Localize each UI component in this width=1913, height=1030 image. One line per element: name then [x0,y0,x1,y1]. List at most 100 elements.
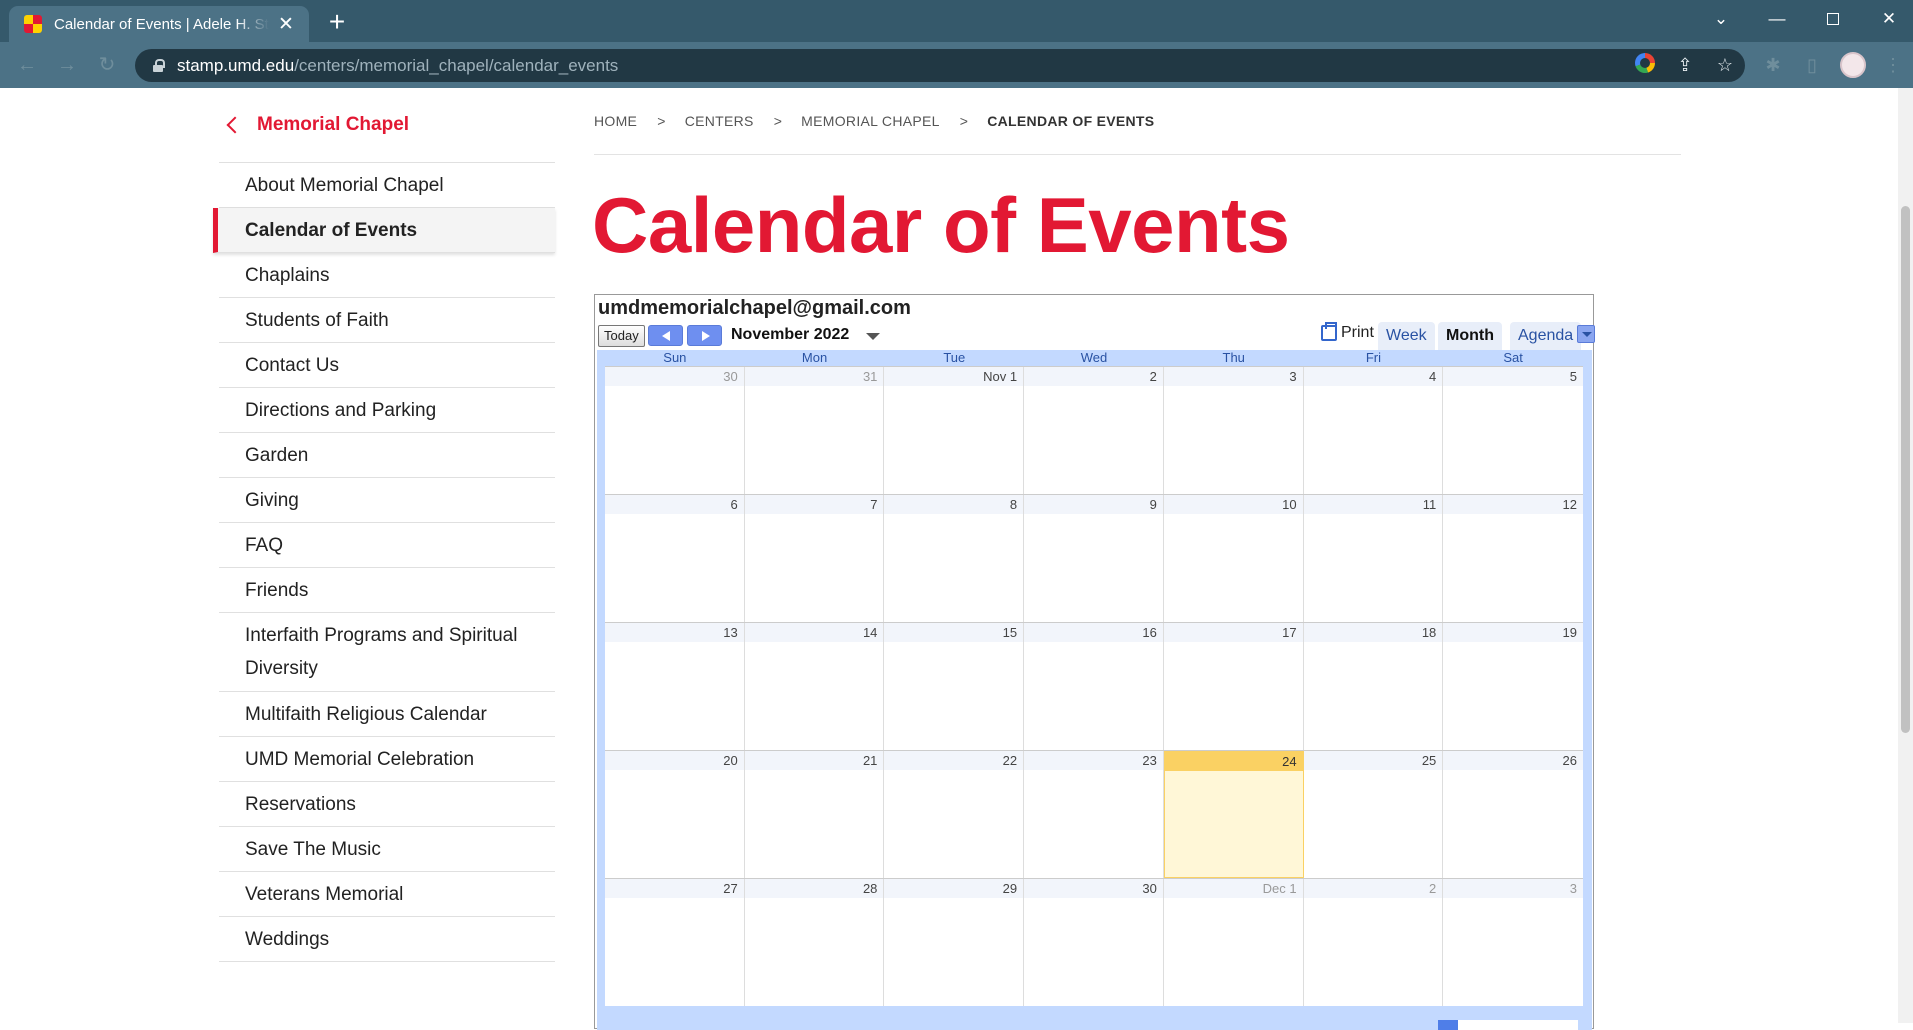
day-cell[interactable]: 14 [744,623,885,750]
reload-icon[interactable]: ↻ [92,50,122,80]
sidebar-item-veterans-memorial[interactable]: Veterans Memorial [219,872,555,917]
day-number[interactable]: 29 [884,879,1024,898]
day-number[interactable]: 30 [1024,879,1163,898]
scrollbar-thumb[interactable] [1901,206,1910,733]
day-number[interactable]: Nov 1 [884,367,1024,386]
day-cell[interactable]: 27 [605,879,745,1006]
day-cell[interactable]: 28 [744,879,885,1006]
day-number[interactable]: 9 [1024,495,1163,514]
sidebar-item-save-the-music[interactable]: Save The Music [219,827,555,872]
close-window-icon[interactable]: ✕ [1861,0,1913,38]
day-number[interactable]: 20 [605,751,744,770]
day-cell[interactable]: 4 [1303,367,1444,494]
day-cell[interactable]: 20 [605,751,745,878]
breadcrumb-centers[interactable]: CENTERS [685,113,754,129]
sidebar-parent-link[interactable]: Memorial Chapel [219,88,555,163]
sidebar-item-students-of-faith[interactable]: Students of Faith [219,298,555,343]
day-number[interactable]: 8 [884,495,1024,514]
bookmark-star-icon[interactable]: ☆ [1705,55,1745,76]
day-number[interactable]: 12 [1443,495,1583,514]
day-cell[interactable]: 8 [884,495,1025,622]
day-cell[interactable]: 30 [1024,879,1164,1006]
day-cell[interactable]: Dec 1 [1163,879,1304,1006]
day-number[interactable]: 24 [1164,752,1303,771]
day-cell[interactable]: 21 [744,751,885,878]
sidebar-item-directions-parking[interactable]: Directions and Parking [219,388,555,433]
restore-window-button[interactable] [1805,0,1861,38]
share-icon[interactable]: ⇪ [1665,55,1705,76]
day-number[interactable]: Dec 1 [1163,879,1303,898]
day-cell[interactable]: 19 [1443,623,1583,750]
sidebar-item-reservations[interactable]: Reservations [219,782,555,827]
day-cell[interactable]: 23 [1024,751,1164,878]
day-number[interactable]: 16 [1024,623,1163,642]
day-number[interactable]: 3 [1163,367,1303,386]
day-cell[interactable]: 31 [744,367,885,494]
day-number[interactable]: 23 [1024,751,1163,770]
sidebar-item-about[interactable]: About Memorial Chapel [219,163,555,208]
url-text[interactable]: stamp.umd.edu/centers/memorial_chapel/ca… [177,56,618,76]
browser-menu-icon[interactable]: ⋮ [1878,50,1908,80]
day-cell[interactable]: 5 [1443,367,1583,494]
google-calendar-logo[interactable] [1438,1020,1578,1030]
day-cell[interactable]: 2 [1024,367,1164,494]
day-number[interactable]: 19 [1443,623,1583,642]
breadcrumb-memorial-chapel[interactable]: MEMORIAL CHAPEL [801,113,940,129]
sidebar-item-multifaith-calendar[interactable]: Multifaith Religious Calendar [219,692,555,737]
day-number[interactable]: 17 [1163,623,1303,642]
day-number[interactable]: 11 [1303,495,1443,514]
address-bar[interactable]: stamp.umd.edu/centers/memorial_chapel/ca… [135,49,1745,82]
day-cell-today[interactable]: 24 [1163,751,1304,878]
day-cell[interactable]: 13 [605,623,745,750]
forward-arrow-icon[interactable]: → [52,50,82,80]
day-cell[interactable]: 26 [1443,751,1583,878]
tab-close-icon[interactable]: ✕ [275,13,297,36]
day-number[interactable]: 25 [1303,751,1443,770]
breadcrumb-home[interactable]: HOME [594,113,637,129]
day-number[interactable]: 3 [1443,879,1583,898]
tab-agenda-view[interactable]: Agenda [1510,322,1582,350]
print-button[interactable]: Print [1321,322,1374,342]
day-number[interactable]: 28 [744,879,884,898]
sidebar-item-garden[interactable]: Garden [219,433,555,478]
sidebar-item-friends[interactable]: Friends [219,568,555,613]
tab-week-view[interactable]: Week [1378,322,1435,350]
side-panel-icon[interactable]: ▯ [1797,50,1827,80]
day-cell[interactable]: Nov 1 [884,367,1025,494]
browser-tab[interactable]: Calendar of Events | Adele H. Stamp Stud… [9,6,309,42]
sidebar-item-giving[interactable]: Giving [219,478,555,523]
previous-month-button[interactable] [648,325,683,346]
day-cell[interactable]: 6 [605,495,745,622]
day-number[interactable]: 31 [744,367,884,386]
sidebar-item-weddings[interactable]: Weddings [219,917,555,962]
day-number[interactable]: 2 [1303,879,1443,898]
day-cell[interactable]: 18 [1303,623,1444,750]
day-cell[interactable]: 15 [884,623,1025,750]
today-button[interactable]: Today [598,325,645,347]
day-number[interactable]: 14 [744,623,884,642]
day-number[interactable]: 18 [1303,623,1443,642]
page-scrollbar[interactable] [1898,88,1913,1023]
new-tab-button[interactable]: + [321,7,353,39]
profile-avatar[interactable] [1840,52,1866,78]
tab-search-icon[interactable]: ⌄ [1693,0,1749,38]
calendar-list-dropdown-button[interactable] [1577,325,1595,343]
sidebar-item-contact-us[interactable]: Contact Us [219,343,555,388]
day-number[interactable]: 6 [605,495,744,514]
back-arrow-icon[interactable]: ← [12,50,42,80]
day-number[interactable]: 30 [605,367,744,386]
day-cell[interactable]: 25 [1303,751,1444,878]
minimize-icon[interactable]: — [1749,0,1805,38]
day-number[interactable]: 5 [1443,367,1583,386]
day-cell[interactable]: 2 [1303,879,1444,1006]
day-cell[interactable]: 3 [1443,879,1583,1006]
day-number[interactable]: 21 [744,751,884,770]
sidebar-item-calendar-of-events[interactable]: Calendar of Events [213,208,555,253]
google-lens-button[interactable] [1625,53,1665,78]
current-month-label[interactable]: November 2022 [731,326,849,344]
day-number[interactable]: 2 [1024,367,1163,386]
day-cell[interactable]: 22 [884,751,1025,878]
day-number[interactable]: 10 [1163,495,1303,514]
tab-month-view[interactable]: Month [1438,322,1502,350]
day-number[interactable]: 22 [884,751,1024,770]
